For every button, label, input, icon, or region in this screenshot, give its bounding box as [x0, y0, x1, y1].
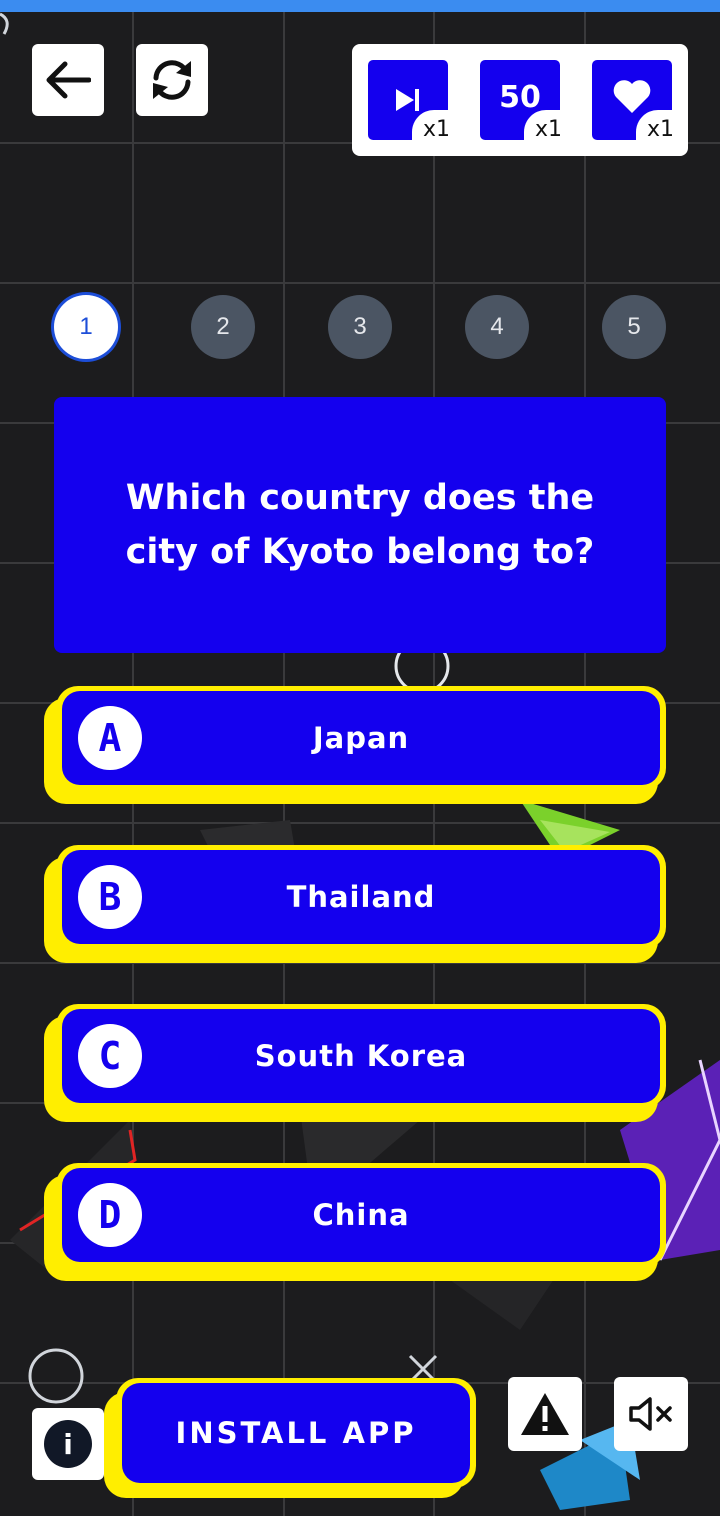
- fifty-fifty-label: 50: [499, 79, 541, 115]
- answer-option-a[interactable]: A Japan: [44, 686, 666, 808]
- progress-step-5: 5: [602, 295, 666, 359]
- install-app-label: INSTALL APP: [122, 1383, 470, 1483]
- powerups-panel: x1 50 x1 x1: [352, 44, 688, 156]
- heart-icon: [613, 80, 651, 113]
- answer-label-b: Thailand: [286, 880, 436, 914]
- mute-button[interactable]: [614, 1377, 688, 1451]
- speaker-mute-icon: [629, 1397, 672, 1431]
- answer-option-c[interactable]: C South Korea: [44, 1004, 666, 1126]
- install-app-button[interactable]: INSTALL APP: [104, 1378, 476, 1498]
- answer-option-d[interactable]: D China: [44, 1163, 666, 1285]
- extra-life-powerup-count: x1: [636, 110, 680, 146]
- progress-step-1: 1: [54, 295, 118, 359]
- answer-label-d: China: [312, 1198, 410, 1232]
- refresh-icon: [153, 60, 191, 100]
- info-button[interactable]: i: [32, 1408, 104, 1480]
- warning-icon: [521, 1393, 569, 1435]
- skip-powerup-button[interactable]: x1: [368, 60, 456, 146]
- refresh-button[interactable]: [136, 44, 208, 116]
- skip-next-icon: [396, 89, 419, 111]
- answer-option-b[interactable]: B Thailand: [44, 845, 666, 967]
- status-accent-bar: [0, 0, 720, 12]
- info-icon: i: [44, 1420, 92, 1468]
- fifty-fifty-powerup-button[interactable]: 50 x1: [480, 60, 568, 146]
- fifty-fifty-powerup-count: x1: [524, 110, 568, 146]
- progress-step-2: 2: [191, 295, 255, 359]
- answer-label-a: Japan: [312, 721, 410, 755]
- skip-powerup-count: x1: [412, 110, 456, 146]
- progress-step-3: 3: [328, 295, 392, 359]
- back-button[interactable]: [32, 44, 104, 116]
- arrow-left-icon: [46, 61, 91, 99]
- answer-label-c: South Korea: [254, 1039, 468, 1073]
- progress-step-4: 4: [465, 295, 529, 359]
- report-button[interactable]: [508, 1377, 582, 1451]
- extra-life-powerup-button[interactable]: x1: [592, 60, 680, 146]
- question-card: Which country does the city of Kyoto bel…: [54, 397, 666, 653]
